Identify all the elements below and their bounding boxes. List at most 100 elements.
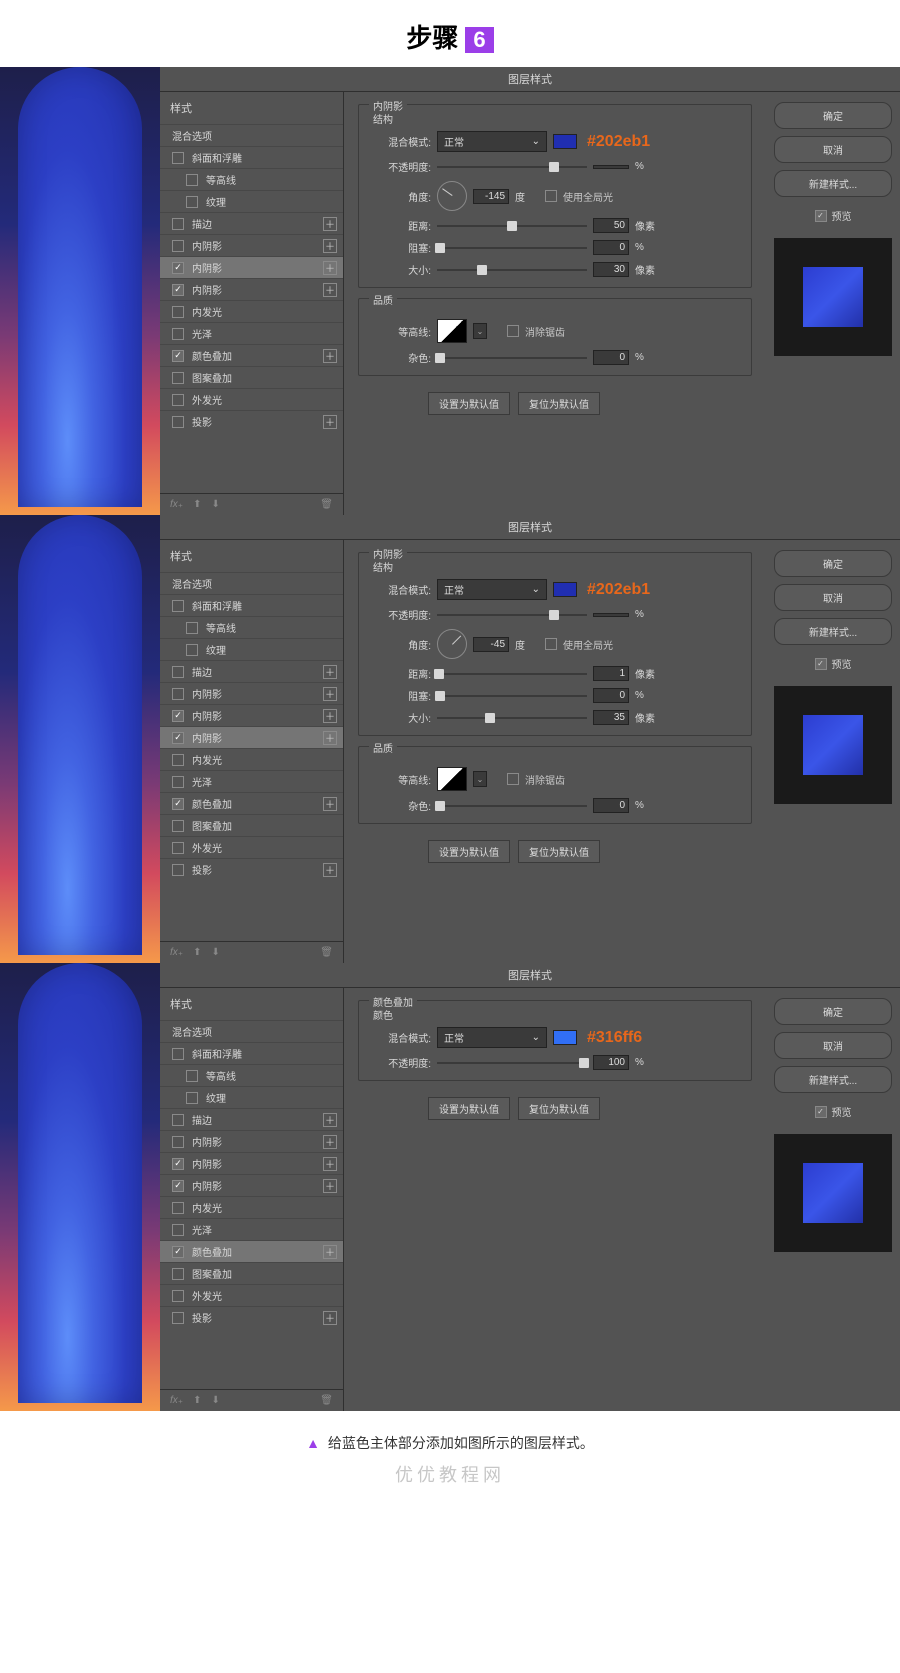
cancel-button[interactable]: 取消 [774, 136, 892, 163]
style-row[interactable]: 纹理 [160, 190, 343, 212]
checkbox-icon[interactable] [172, 1268, 184, 1280]
opacity-slider[interactable] [437, 166, 587, 168]
choke-slider[interactable] [437, 247, 587, 249]
opacity-value[interactable] [593, 165, 629, 169]
contour-dropdown[interactable]: ⌄ [473, 771, 487, 787]
distance-value[interactable]: 1 [593, 666, 629, 681]
choke-value[interactable]: 0 [593, 688, 629, 703]
add-effect-icon[interactable]: ＋ [323, 283, 337, 297]
add-effect-icon[interactable]: ＋ [323, 239, 337, 253]
checkbox-icon[interactable] [172, 600, 184, 612]
checkbox-icon[interactable]: ✓ [172, 1180, 184, 1192]
antialias-checkbox[interactable] [507, 325, 519, 337]
style-row[interactable]: 斜面和浮雕 [160, 1042, 343, 1064]
color-swatch[interactable] [553, 1030, 577, 1045]
down-arrow-icon[interactable]: ⬇ [211, 947, 219, 958]
add-effect-icon[interactable]: ＋ [323, 863, 337, 877]
add-effect-icon[interactable]: ＋ [323, 1157, 337, 1171]
noise-value[interactable]: 0 [593, 798, 629, 813]
ok-button[interactable]: 确定 [774, 102, 892, 129]
checkbox-icon[interactable]: ✓ [172, 732, 184, 744]
trash-icon[interactable]: 🗑 [320, 1395, 333, 1406]
checkbox-icon[interactable] [172, 394, 184, 406]
add-effect-icon[interactable]: ＋ [323, 709, 337, 723]
style-row[interactable]: ✓ 内阴影 ＋ [160, 256, 343, 278]
checkbox-icon[interactable] [172, 1224, 184, 1236]
distance-slider[interactable] [437, 225, 587, 227]
checkbox-icon[interactable] [172, 372, 184, 384]
style-row[interactable]: 外发光 [160, 836, 343, 858]
add-effect-icon[interactable]: ＋ [323, 687, 337, 701]
ok-button[interactable]: 确定 [774, 550, 892, 577]
noise-value[interactable]: 0 [593, 350, 629, 365]
down-arrow-icon[interactable]: ⬇ [211, 499, 219, 510]
style-row[interactable]: 投影 ＋ [160, 858, 343, 880]
checkbox-icon[interactable]: ✓ [172, 284, 184, 296]
style-row[interactable]: 内发光 [160, 748, 343, 770]
blending-options-row[interactable]: 混合选项 [160, 1020, 343, 1042]
cancel-button[interactable]: 取消 [774, 584, 892, 611]
checkbox-icon[interactable] [172, 240, 184, 252]
contour-swatch[interactable] [437, 767, 467, 791]
style-row[interactable]: 内阴影 ＋ [160, 1130, 343, 1152]
angle-value[interactable]: -45 [473, 637, 509, 652]
checkbox-icon[interactable] [172, 820, 184, 832]
blend-mode-select[interactable]: 正常⌄ [437, 131, 547, 152]
trash-icon[interactable]: 🗑 [320, 499, 333, 510]
set-default-button[interactable]: 设置为默认值 [428, 840, 510, 863]
add-effect-icon[interactable]: ＋ [323, 1179, 337, 1193]
add-effect-icon[interactable]: ＋ [323, 731, 337, 745]
up-arrow-icon[interactable]: ⬆ [193, 1395, 201, 1406]
contour-swatch[interactable] [437, 319, 467, 343]
opacity-value[interactable] [593, 613, 629, 617]
blend-mode-select[interactable]: 正常⌄ [437, 1027, 547, 1048]
checkbox-icon[interactable] [186, 174, 198, 186]
add-effect-icon[interactable]: ＋ [323, 261, 337, 275]
checkbox-icon[interactable] [172, 416, 184, 428]
trash-icon[interactable]: 🗑 [320, 947, 333, 958]
style-row[interactable]: 斜面和浮雕 [160, 146, 343, 168]
checkbox-icon[interactable] [172, 1202, 184, 1214]
size-value[interactable]: 30 [593, 262, 629, 277]
cancel-button[interactable]: 取消 [774, 1032, 892, 1059]
checkbox-icon[interactable] [172, 776, 184, 788]
style-row[interactable]: 描边 ＋ [160, 1108, 343, 1130]
reset-default-button[interactable]: 复位为默认值 [518, 1097, 600, 1120]
checkbox-icon[interactable]: ✓ [172, 1246, 184, 1258]
checkbox-icon[interactable] [172, 1290, 184, 1302]
checkbox-icon[interactable] [172, 842, 184, 854]
noise-slider[interactable] [437, 357, 587, 359]
style-row[interactable]: 投影 ＋ [160, 410, 343, 432]
checkbox-icon[interactable] [172, 666, 184, 678]
reset-default-button[interactable]: 复位为默认值 [518, 840, 600, 863]
style-row[interactable]: 内发光 [160, 1196, 343, 1218]
size-slider[interactable] [437, 269, 587, 271]
fx-icon[interactable]: fx₊ [170, 499, 183, 510]
style-row[interactable]: 光泽 [160, 322, 343, 344]
opacity-slider[interactable] [437, 614, 587, 616]
add-effect-icon[interactable]: ＋ [323, 665, 337, 679]
size-value[interactable]: 35 [593, 710, 629, 725]
add-effect-icon[interactable]: ＋ [323, 797, 337, 811]
add-effect-icon[interactable]: ＋ [323, 217, 337, 231]
style-row[interactable]: 等高线 [160, 1064, 343, 1086]
style-row[interactable]: ✓ 内阴影 ＋ [160, 1152, 343, 1174]
choke-slider[interactable] [437, 695, 587, 697]
style-row[interactable]: 外发光 [160, 1284, 343, 1306]
style-row[interactable]: ✓ 颜色叠加 ＋ [160, 1240, 343, 1262]
style-row[interactable]: 斜面和浮雕 [160, 594, 343, 616]
distance-slider[interactable] [437, 673, 587, 675]
up-arrow-icon[interactable]: ⬆ [193, 947, 201, 958]
checkbox-icon[interactable] [186, 1070, 198, 1082]
opacity-value[interactable]: 100 [593, 1055, 629, 1070]
add-effect-icon[interactable]: ＋ [323, 349, 337, 363]
set-default-button[interactable]: 设置为默认值 [428, 1097, 510, 1120]
blending-options-row[interactable]: 混合选项 [160, 572, 343, 594]
opacity-slider[interactable] [437, 1062, 587, 1064]
style-row[interactable]: 内阴影 ＋ [160, 234, 343, 256]
style-row[interactable]: 描边 ＋ [160, 212, 343, 234]
style-row[interactable]: ✓ 内阴影 ＋ [160, 1174, 343, 1196]
style-row[interactable]: 外发光 [160, 388, 343, 410]
style-row[interactable]: 图案叠加 [160, 1262, 343, 1284]
checkbox-icon[interactable] [172, 1114, 184, 1126]
